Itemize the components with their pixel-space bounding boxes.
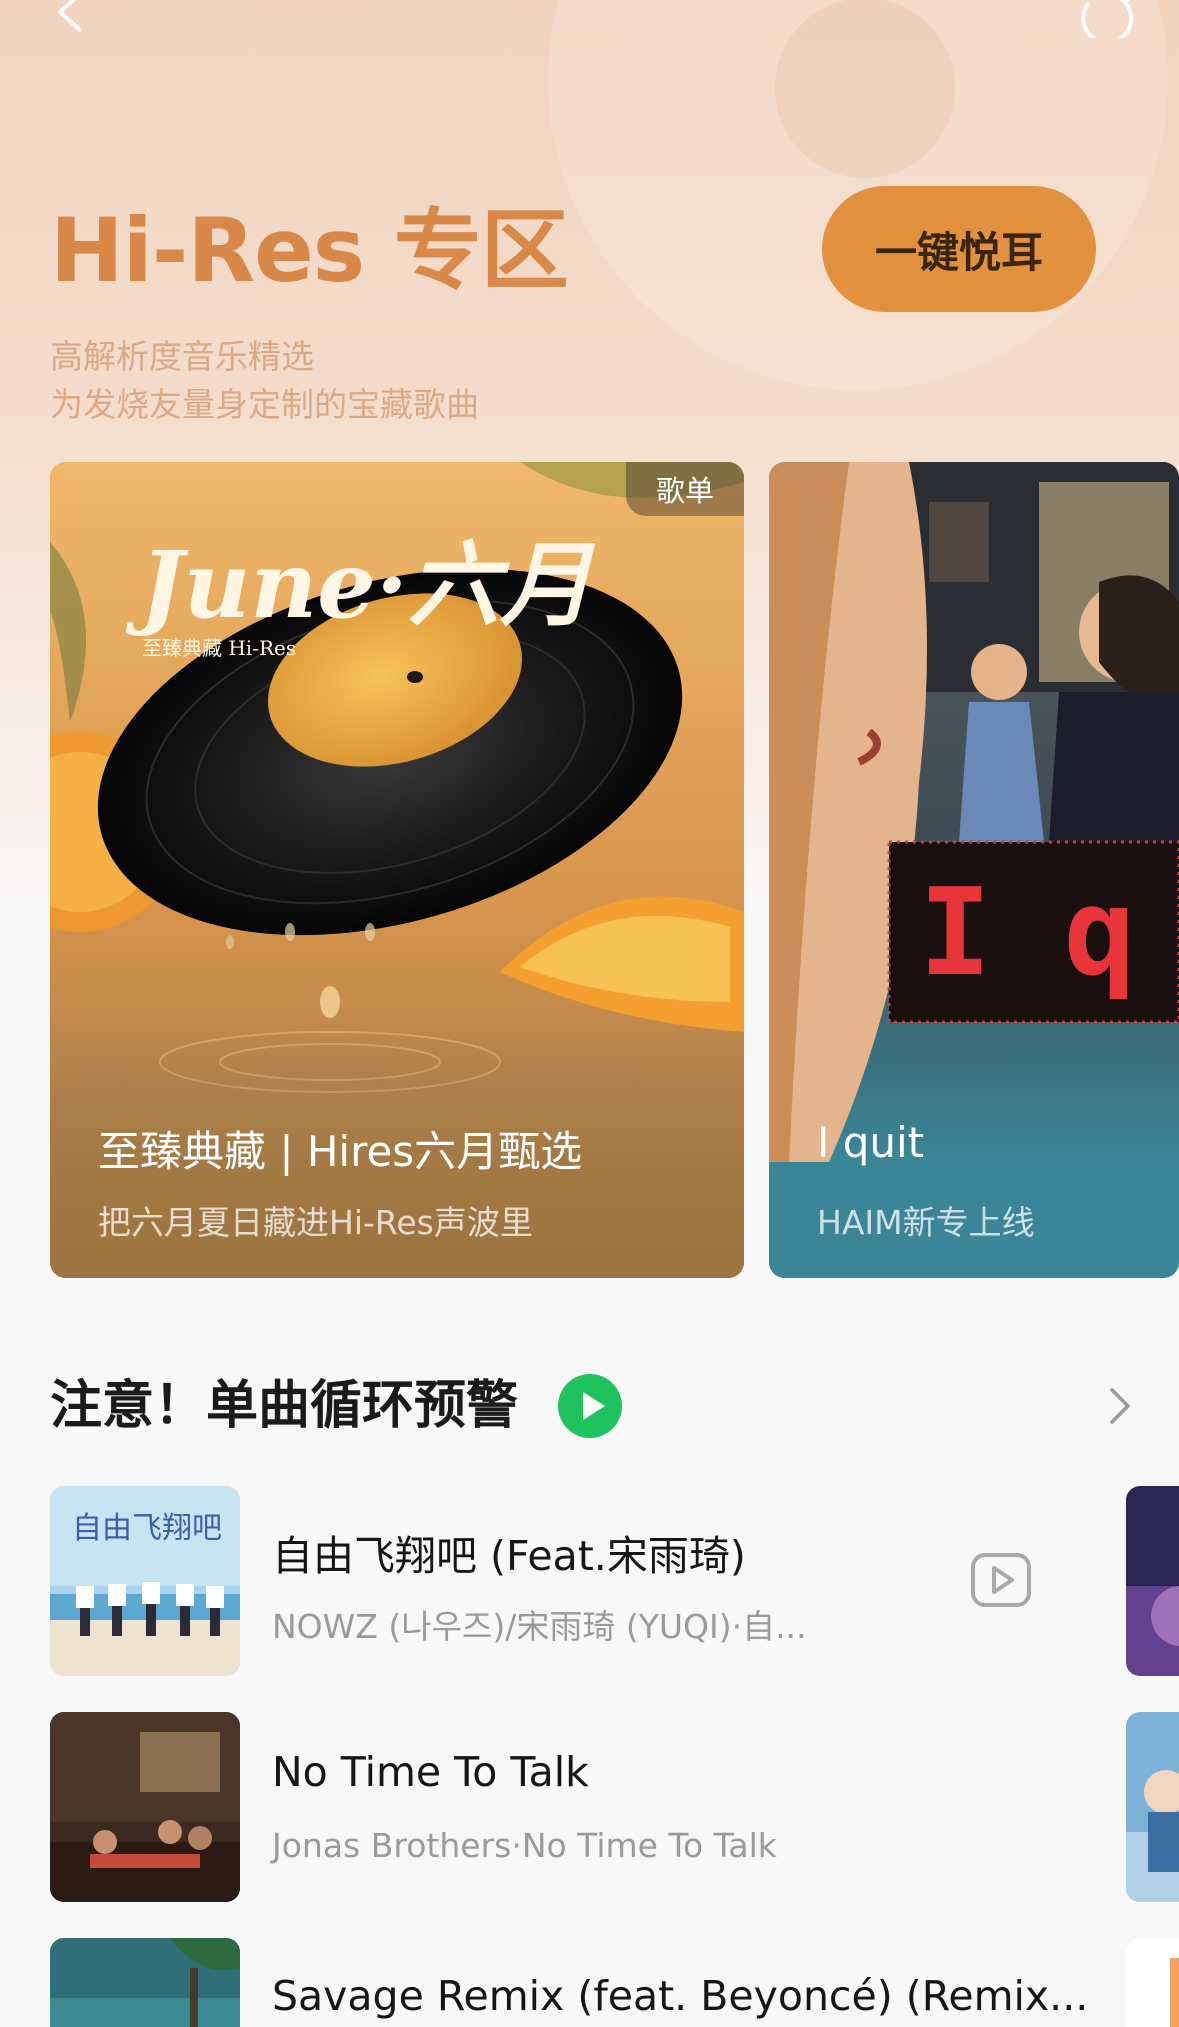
chevron-left-icon <box>58 0 82 32</box>
song-cover <box>50 1712 240 1902</box>
art-subtitle: 至臻典藏 Hi-Res <box>142 636 296 660</box>
song-row[interactable]: 自由飞翔吧 自由飞翔吧 (Feat.宋雨琦) NOWZ (나우즈)/宋雨琦 (Y… <box>50 1486 1110 1676</box>
refresh-button[interactable] <box>1080 0 1144 45</box>
section-play-button[interactable] <box>558 1374 622 1438</box>
chevron-right-icon <box>1110 1388 1130 1424</box>
featured-title-june: 至臻典藏 | Hires六月甄选 <box>98 1127 583 1176</box>
next-column-cover[interactable] <box>1126 1712 1179 1902</box>
song-row[interactable]: Savage Remix (feat. Beyoncé) (Remix... <box>50 1938 1110 2027</box>
play-all-button[interactable]: 一键悦耳 <box>822 186 1096 312</box>
featured-title-haim: I quit <box>817 1118 925 1167</box>
play-icon <box>583 1392 605 1420</box>
led-sign-text: I q <box>919 864 1136 1003</box>
refresh-icon <box>1081 0 1134 45</box>
page-subtitle-line1: 高解析度音乐精选 <box>50 337 314 376</box>
next-column-cover[interactable] <box>1126 1938 1179 2027</box>
song-row[interactable]: No Time To Talk Jonas Brothers·No Time T… <box>50 1712 1110 1902</box>
song-title: 自由飞翔吧 (Feat.宋雨琦) <box>272 1532 746 1580</box>
section-title: 注意！单曲循环预警 <box>50 1376 519 1436</box>
featured-subtitle-haim: HAIM新专上线 <box>817 1203 1035 1242</box>
song-cover <box>50 1938 240 2027</box>
song-artist-album: Jonas Brothers·No Time To Talk <box>272 1826 777 1865</box>
page-subtitle-line2: 为发烧友量身定制的宝藏歌曲 <box>50 385 479 424</box>
next-column-cover[interactable] <box>1126 1486 1179 1676</box>
art-title: June·六月 <box>125 531 596 639</box>
song-title: No Time To Talk <box>272 1748 589 1796</box>
cover-text: 自由飞翔吧 <box>72 1511 222 1546</box>
playlist-badge: 歌单 <box>626 462 744 516</box>
page-title: Hi-Res 专区 <box>50 199 569 302</box>
back-button[interactable] <box>50 0 90 38</box>
song-title: Savage Remix (feat. Beyoncé) (Remix... <box>272 1972 1089 2020</box>
song-cover: 自由飞翔吧 <box>50 1486 240 1676</box>
featured-subtitle-june: 把六月夏日藏进Hi-Res声波里 <box>98 1203 533 1242</box>
mv-button[interactable] <box>970 1552 1032 1612</box>
song-artist-album: NOWZ (나우즈)/宋雨琦 (YUQI)·自... <box>272 1607 807 1646</box>
decorative-disc-hole <box>843 54 887 98</box>
video-play-icon <box>971 1553 1031 1607</box>
section-more-button[interactable] <box>1106 1384 1134 1432</box>
